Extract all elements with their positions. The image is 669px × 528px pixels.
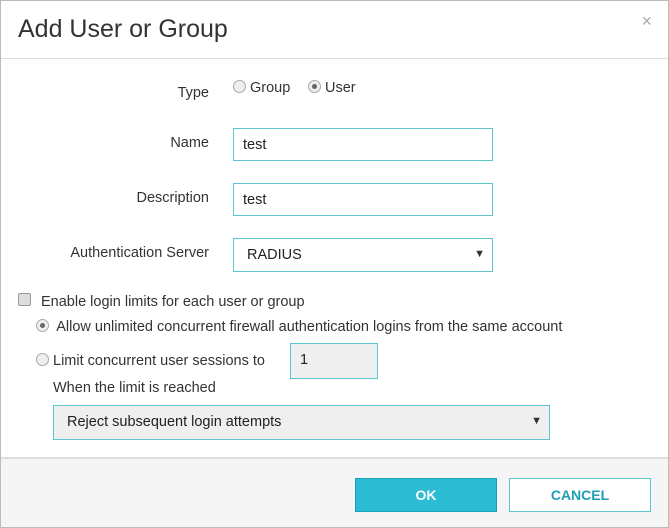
group-option-label: Group <box>250 80 291 96</box>
limit-radio[interactable]: Limit concurrent user sessions to <box>36 353 265 369</box>
name-label: Name <box>170 135 209 151</box>
name-input[interactable]: test <box>233 128 493 161</box>
ok-button[interactable]: OK <box>355 478 497 512</box>
when-limit-label: When the limit is reached <box>53 380 216 396</box>
chevron-down-icon: ▼ <box>474 248 485 260</box>
chevron-down-icon: ▼ <box>531 415 542 427</box>
radio-unlimited-icon[interactable] <box>36 319 49 332</box>
type-radio-user[interactable]: User <box>308 80 356 96</box>
dialog-header: Add User or Group × <box>1 1 668 59</box>
enable-limits-checkbox[interactable] <box>18 293 31 306</box>
close-icon[interactable]: × <box>641 11 652 32</box>
dialog-footer: OK CANCEL <box>1 457 668 527</box>
dialog-title: Add User or Group <box>18 15 228 43</box>
cancel-button[interactable]: CANCEL <box>509 478 651 512</box>
radio-user-icon[interactable] <box>308 80 321 93</box>
auth-server-label: Authentication Server <box>70 245 209 261</box>
unlimited-label: Allow unlimited concurrent firewall auth… <box>56 319 563 335</box>
limit-label: Limit concurrent user sessions to <box>53 353 265 369</box>
radio-group-icon[interactable] <box>233 80 246 93</box>
type-label: Type <box>177 85 209 101</box>
add-user-dialog: Add User or Group × Type Group User Name… <box>0 0 669 528</box>
limit-action-value: Reject subsequent login attempts <box>67 414 282 430</box>
user-option-label: User <box>325 80 356 96</box>
auth-server-value: RADIUS <box>247 247 302 263</box>
limit-sessions-input[interactable]: 1 <box>290 343 378 379</box>
radio-limit-icon[interactable] <box>36 353 49 366</box>
type-radio-group[interactable]: Group <box>233 80 290 96</box>
description-label: Description <box>136 190 209 206</box>
limit-action-select[interactable]: Reject subsequent login attempts ▼ <box>53 405 550 440</box>
auth-server-select[interactable]: RADIUS ▼ <box>233 238 493 272</box>
enable-limits-label: Enable login limits for each user or gro… <box>41 294 305 310</box>
description-input[interactable]: test <box>233 183 493 216</box>
unlimited-radio[interactable]: Allow unlimited concurrent firewall auth… <box>36 319 562 335</box>
